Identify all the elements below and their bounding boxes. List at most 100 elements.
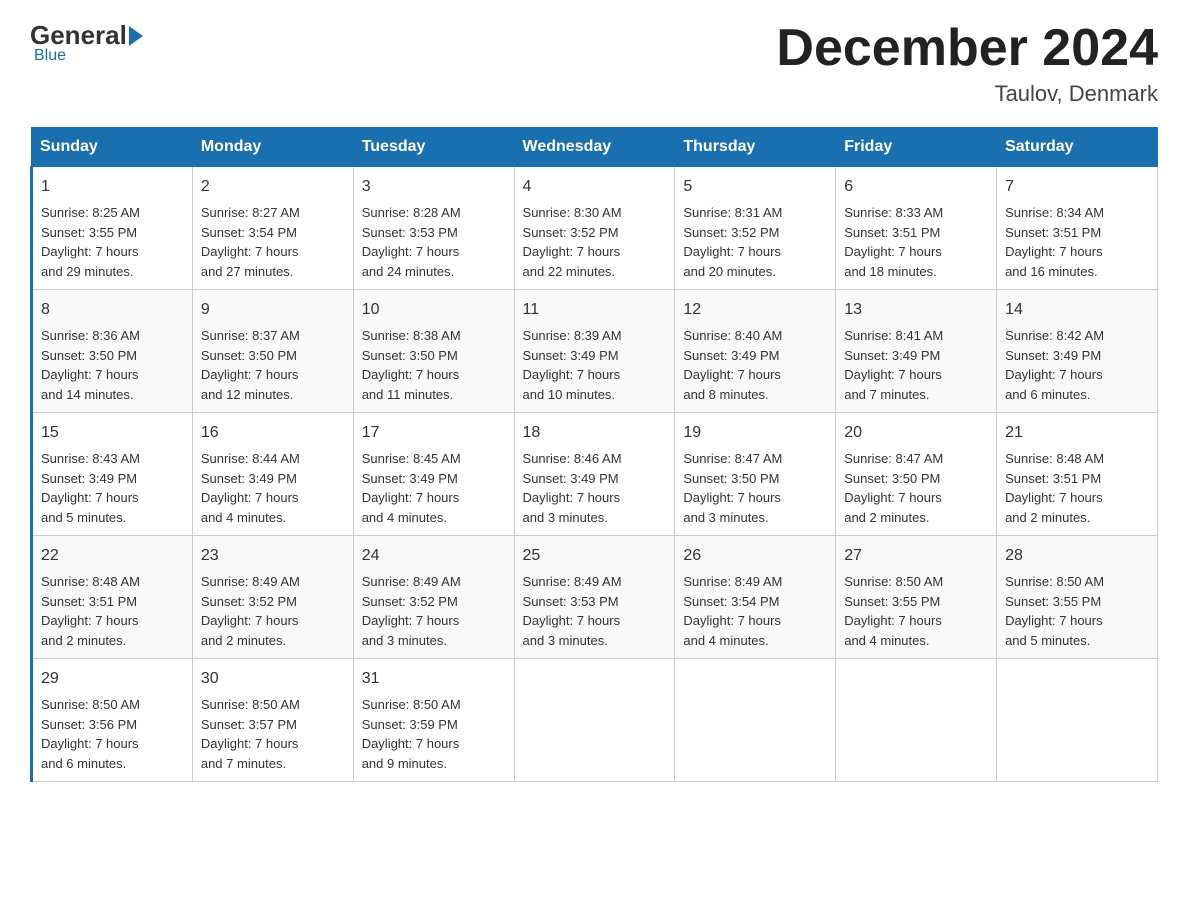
header-row: SundayMondayTuesdayWednesdayThursdayFrid… bbox=[32, 128, 1158, 167]
day-cell: 27 Sunrise: 8:50 AMSunset: 3:55 PMDayligh… bbox=[836, 536, 997, 659]
day-info: Sunrise: 8:37 AMSunset: 3:50 PMDaylight:… bbox=[201, 326, 345, 404]
header-sunday: Sunday bbox=[32, 128, 193, 167]
logo-arrow-icon bbox=[129, 26, 143, 46]
day-info: Sunrise: 8:50 AMSunset: 3:56 PMDaylight:… bbox=[41, 695, 184, 773]
day-info: Sunrise: 8:31 AMSunset: 3:52 PMDaylight:… bbox=[683, 203, 827, 281]
day-info: Sunrise: 8:38 AMSunset: 3:50 PMDaylight:… bbox=[362, 326, 506, 404]
day-cell: 14Sunrise: 8:42 AMSunset: 3:49 PMDayligh… bbox=[997, 290, 1158, 413]
day-info: Sunrise: 8:47 AMSunset: 3:50 PMDaylight:… bbox=[844, 449, 988, 527]
day-info: Sunrise: 8:50 AMSunset: 3:59 PMDaylight:… bbox=[362, 695, 506, 773]
day-cell: 29 Sunrise: 8:50 AMSunset: 3:56 PMDayligh… bbox=[32, 659, 193, 782]
day-info: Sunrise: 8:50 AMSunset: 3:57 PMDaylight:… bbox=[201, 695, 345, 773]
day-info: Sunrise: 8:49 AMSunset: 3:54 PMDaylight:… bbox=[683, 572, 827, 650]
day-cell bbox=[514, 659, 675, 782]
day-info: Sunrise: 8:45 AMSunset: 3:49 PMDaylight:… bbox=[362, 449, 506, 527]
day-info: Sunrise: 8:48 AMSunset: 3:51 PMDaylight:… bbox=[41, 572, 184, 650]
day-cell bbox=[675, 659, 836, 782]
day-number: 20 bbox=[844, 421, 988, 445]
day-number: 30 bbox=[201, 667, 345, 691]
day-number: 16 bbox=[201, 421, 345, 445]
day-cell: 6 Sunrise: 8:33 AMSunset: 3:51 PMDaylight… bbox=[836, 167, 997, 290]
header-friday: Friday bbox=[836, 128, 997, 167]
location: Taulov, Denmark bbox=[776, 81, 1158, 107]
day-number: 11 bbox=[523, 298, 667, 322]
day-info: Sunrise: 8:49 AMSunset: 3:52 PMDaylight:… bbox=[362, 572, 506, 650]
day-info: Sunrise: 8:28 AMSunset: 3:53 PMDaylight:… bbox=[362, 203, 506, 281]
logo: General Blue bbox=[30, 20, 145, 65]
day-info: Sunrise: 8:27 AMSunset: 3:54 PMDaylight:… bbox=[201, 203, 345, 281]
day-info: Sunrise: 8:39 AMSunset: 3:49 PMDaylight:… bbox=[523, 326, 667, 404]
day-number: 26 bbox=[683, 544, 827, 568]
day-cell: 26 Sunrise: 8:49 AMSunset: 3:54 PMDayligh… bbox=[675, 536, 836, 659]
day-number: 3 bbox=[362, 175, 506, 199]
header-thursday: Thursday bbox=[675, 128, 836, 167]
day-number: 27 bbox=[844, 544, 988, 568]
day-cell: 3 Sunrise: 8:28 AMSunset: 3:53 PMDaylight… bbox=[353, 167, 514, 290]
day-info: Sunrise: 8:47 AMSunset: 3:50 PMDaylight:… bbox=[683, 449, 827, 527]
day-number: 4 bbox=[523, 175, 667, 199]
day-info: Sunrise: 8:25 AMSunset: 3:55 PMDaylight:… bbox=[41, 203, 184, 281]
day-cell: 31 Sunrise: 8:50 AMSunset: 3:59 PMDayligh… bbox=[353, 659, 514, 782]
day-info: Sunrise: 8:41 AMSunset: 3:49 PMDaylight:… bbox=[844, 326, 988, 404]
day-cell: 9 Sunrise: 8:37 AMSunset: 3:50 PMDaylight… bbox=[192, 290, 353, 413]
day-number: 12 bbox=[683, 298, 827, 322]
week-row-5: 29 Sunrise: 8:50 AMSunset: 3:56 PMDayligh… bbox=[32, 659, 1158, 782]
day-cell: 4Sunrise: 8:30 AMSunset: 3:52 PMDaylight… bbox=[514, 167, 675, 290]
title-block: December 2024 Taulov, Denmark bbox=[776, 20, 1158, 107]
day-info: Sunrise: 8:48 AMSunset: 3:51 PMDaylight:… bbox=[1005, 449, 1149, 527]
day-cell: 5 Sunrise: 8:31 AMSunset: 3:52 PMDaylight… bbox=[675, 167, 836, 290]
day-info: Sunrise: 8:33 AMSunset: 3:51 PMDaylight:… bbox=[844, 203, 988, 281]
day-cell: 11 Sunrise: 8:39 AMSunset: 3:49 PMDayligh… bbox=[514, 290, 675, 413]
day-cell: 24Sunrise: 8:49 AMSunset: 3:52 PMDayligh… bbox=[353, 536, 514, 659]
day-cell: 28 Sunrise: 8:50 AMSunset: 3:55 PMDayligh… bbox=[997, 536, 1158, 659]
day-info: Sunrise: 8:36 AMSunset: 3:50 PMDaylight:… bbox=[41, 326, 184, 404]
day-info: Sunrise: 8:46 AMSunset: 3:49 PMDaylight:… bbox=[523, 449, 667, 527]
day-info: Sunrise: 8:43 AMSunset: 3:49 PMDaylight:… bbox=[41, 449, 184, 527]
day-cell bbox=[997, 659, 1158, 782]
day-cell bbox=[836, 659, 997, 782]
header-wednesday: Wednesday bbox=[514, 128, 675, 167]
day-number: 5 bbox=[683, 175, 827, 199]
day-number: 14 bbox=[1005, 298, 1149, 322]
day-number: 8 bbox=[41, 298, 184, 322]
day-cell: 8 Sunrise: 8:36 AMSunset: 3:50 PMDaylight… bbox=[32, 290, 193, 413]
day-info: Sunrise: 8:49 AMSunset: 3:52 PMDaylight:… bbox=[201, 572, 345, 650]
day-cell: 23 Sunrise: 8:49 AMSunset: 3:52 PMDayligh… bbox=[192, 536, 353, 659]
day-info: Sunrise: 8:49 AMSunset: 3:53 PMDaylight:… bbox=[523, 572, 667, 650]
day-number: 7 bbox=[1005, 175, 1149, 199]
day-number: 10 bbox=[362, 298, 506, 322]
day-cell: 13 Sunrise: 8:41 AMSunset: 3:49 PMDayligh… bbox=[836, 290, 997, 413]
day-number: 17 bbox=[362, 421, 506, 445]
day-cell: 19 Sunrise: 8:47 AMSunset: 3:50 PMDayligh… bbox=[675, 413, 836, 536]
day-number: 29 bbox=[41, 667, 184, 691]
day-number: 13 bbox=[844, 298, 988, 322]
week-row-1: 1Sunrise: 8:25 AMSunset: 3:55 PMDaylight… bbox=[32, 167, 1158, 290]
day-number: 21 bbox=[1005, 421, 1149, 445]
day-number: 19 bbox=[683, 421, 827, 445]
day-cell: 30 Sunrise: 8:50 AMSunset: 3:57 PMDayligh… bbox=[192, 659, 353, 782]
day-cell: 16Sunrise: 8:44 AMSunset: 3:49 PMDayligh… bbox=[192, 413, 353, 536]
month-title: December 2024 bbox=[776, 20, 1158, 77]
day-info: Sunrise: 8:50 AMSunset: 3:55 PMDaylight:… bbox=[1005, 572, 1149, 650]
day-number: 9 bbox=[201, 298, 345, 322]
day-info: Sunrise: 8:50 AMSunset: 3:55 PMDaylight:… bbox=[844, 572, 988, 650]
day-cell: 22Sunrise: 8:48 AMSunset: 3:51 PMDayligh… bbox=[32, 536, 193, 659]
page-header: General Blue December 2024 Taulov, Denma… bbox=[30, 20, 1158, 107]
header-tuesday: Tuesday bbox=[353, 128, 514, 167]
day-cell: 25Sunrise: 8:49 AMSunset: 3:53 PMDayligh… bbox=[514, 536, 675, 659]
day-cell: 20 Sunrise: 8:47 AMSunset: 3:50 PMDayligh… bbox=[836, 413, 997, 536]
day-number: 23 bbox=[201, 544, 345, 568]
day-cell: 12Sunrise: 8:40 AMSunset: 3:49 PMDayligh… bbox=[675, 290, 836, 413]
logo-blue: Blue bbox=[34, 47, 66, 65]
day-cell: 1Sunrise: 8:25 AMSunset: 3:55 PMDaylight… bbox=[32, 167, 193, 290]
day-number: 31 bbox=[362, 667, 506, 691]
week-row-3: 15Sunrise: 8:43 AMSunset: 3:49 PMDayligh… bbox=[32, 413, 1158, 536]
day-number: 28 bbox=[1005, 544, 1149, 568]
week-row-4: 22Sunrise: 8:48 AMSunset: 3:51 PMDayligh… bbox=[32, 536, 1158, 659]
day-number: 6 bbox=[844, 175, 988, 199]
day-number: 2 bbox=[201, 175, 345, 199]
day-number: 18 bbox=[523, 421, 667, 445]
calendar-table: SundayMondayTuesdayWednesdayThursdayFrid… bbox=[30, 127, 1158, 782]
week-row-2: 8 Sunrise: 8:36 AMSunset: 3:50 PMDaylight… bbox=[32, 290, 1158, 413]
day-cell: 17 Sunrise: 8:45 AMSunset: 3:49 PMDayligh… bbox=[353, 413, 514, 536]
